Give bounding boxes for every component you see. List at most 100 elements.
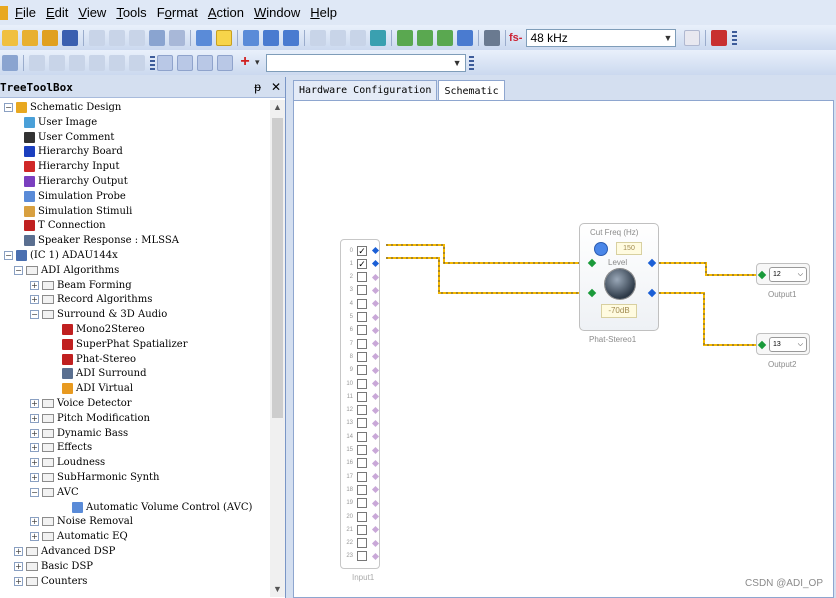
tree-item[interactable]: Speaker Response : MLSSA xyxy=(24,233,179,248)
input-channel-checkbox[interactable] xyxy=(357,471,367,482)
signal-wire[interactable] xyxy=(654,292,760,346)
output1-channel-select[interactable]: 12 ⌵ xyxy=(769,267,807,282)
font-combo[interactable]: ▼ xyxy=(265,53,466,72)
style-d-button[interactable] xyxy=(217,54,233,71)
input-channel-checkbox[interactable] xyxy=(357,431,367,442)
tree-item[interactable]: − (IC 1) ADAU144x xyxy=(4,248,118,263)
tree-item[interactable]: Hierarchy Output xyxy=(24,174,128,189)
tool-d-icon[interactable] xyxy=(457,29,473,46)
input-channel-checkbox[interactable] xyxy=(357,538,367,549)
tree-item[interactable]: Mono2Stereo xyxy=(62,322,145,337)
menu-action[interactable]: Action xyxy=(203,5,249,20)
input-channel-checkbox[interactable] xyxy=(357,365,367,376)
download-icon[interactable] xyxy=(216,29,232,46)
tree-item[interactable]: + Dynamic Bass xyxy=(30,426,128,441)
tree-item[interactable]: + Voice Detector xyxy=(30,396,132,411)
layout-a-icon[interactable] xyxy=(243,29,259,46)
input-channel-checkbox[interactable] xyxy=(357,445,367,455)
input-channel-pin[interactable] xyxy=(371,379,380,388)
chevron-down-icon[interactable]: ▾ xyxy=(255,57,260,68)
tool-wrench-icon[interactable] xyxy=(711,29,728,46)
input-channel-pin[interactable] xyxy=(371,526,380,534)
tree-item[interactable]: + Beam Forming xyxy=(30,278,132,293)
redo-icon[interactable] xyxy=(169,29,185,46)
input-channel-pin[interactable] xyxy=(371,486,380,494)
input-channel-pin[interactable] xyxy=(371,539,380,547)
toolbar-grip[interactable] xyxy=(150,55,155,70)
input-channel-pin[interactable] xyxy=(371,326,380,334)
collapse-icon[interactable]: − xyxy=(14,265,23,275)
save-icon[interactable] xyxy=(62,29,78,46)
tree-item[interactable]: Simulation Probe xyxy=(24,189,126,204)
signal-wire[interactable] xyxy=(386,244,590,264)
input-channel-checkbox[interactable] xyxy=(357,338,367,349)
input-channel-pin[interactable] xyxy=(371,552,380,560)
collapse-icon[interactable]: − xyxy=(4,103,13,112)
input-channel-pin[interactable] xyxy=(371,273,380,281)
tree-item[interactable]: − Surround & 3D Audio xyxy=(30,307,167,322)
tab-hardware-configuration[interactable]: Hardware Configuration xyxy=(293,80,438,100)
tree-item[interactable]: T Connection xyxy=(24,218,106,233)
input-channel-pin[interactable] xyxy=(371,406,380,414)
tree-item[interactable]: + Automatic EQ xyxy=(30,529,128,544)
scroll-down-icon[interactable]: ▼ xyxy=(270,582,285,597)
tool-a-icon[interactable] xyxy=(397,29,413,46)
expand-icon[interactable]: + xyxy=(30,280,39,290)
tree-scrollbar[interactable]: ▲ ▼ xyxy=(270,100,285,597)
input-channel-checkbox[interactable]: ✓ xyxy=(357,258,367,269)
input-channel-checkbox[interactable] xyxy=(357,298,367,309)
input-channel-checkbox[interactable] xyxy=(357,418,367,429)
expand-icon[interactable]: + xyxy=(14,561,23,571)
grid-icon[interactable] xyxy=(2,54,18,71)
input-channel-pin[interactable] xyxy=(371,459,380,467)
input-channel-pin[interactable] xyxy=(371,313,380,321)
tree-item[interactable]: + SubHarmonic Synth xyxy=(30,470,159,485)
input-channel-checkbox[interactable] xyxy=(357,325,367,336)
paste-icon[interactable] xyxy=(129,29,145,46)
input-channel-pin[interactable] xyxy=(371,340,380,348)
toolbar-grip[interactable] xyxy=(468,55,474,70)
tree-item[interactable]: + Loudness xyxy=(30,455,105,470)
input-channel-checkbox[interactable] xyxy=(357,312,367,322)
tree-item[interactable]: Phat-Stereo xyxy=(62,352,136,367)
new-icon[interactable] xyxy=(2,29,18,46)
settings-gear-icon[interactable] xyxy=(684,29,701,46)
cut-icon[interactable] xyxy=(89,29,105,46)
level-knob[interactable] xyxy=(605,269,635,299)
signal-wire[interactable] xyxy=(654,262,760,276)
expand-icon[interactable]: + xyxy=(30,532,39,542)
align-top-icon[interactable] xyxy=(29,54,45,71)
input-channel-checkbox[interactable] xyxy=(357,498,367,509)
align-center-icon[interactable] xyxy=(109,54,125,71)
align-b-icon[interactable] xyxy=(330,29,346,46)
tree-item[interactable]: SuperPhat Spatializer xyxy=(62,337,187,352)
input-channel-pin[interactable] xyxy=(371,499,380,507)
input-channel-pin[interactable] xyxy=(371,473,380,481)
menu-window[interactable]: Window xyxy=(249,5,305,20)
flow-icon[interactable] xyxy=(370,29,386,46)
tree-item[interactable]: − Schematic Design xyxy=(4,100,121,115)
input-channel-pin[interactable] xyxy=(371,433,380,441)
input-channel-checkbox[interactable] xyxy=(357,551,367,562)
tree-item[interactable]: User Comment xyxy=(24,130,114,145)
input-channel-checkbox[interactable] xyxy=(357,391,367,402)
input-channel-checkbox[interactable] xyxy=(357,405,367,416)
tree-item[interactable]: + Effects xyxy=(30,440,92,455)
add-icon[interactable]: + xyxy=(237,53,253,71)
tree-item[interactable]: Simulation Stimuli xyxy=(24,204,132,219)
align-bottom-icon[interactable] xyxy=(69,54,85,71)
menu-help[interactable]: Help xyxy=(305,5,342,20)
scrollbar-thumb[interactable] xyxy=(272,118,283,418)
input-channel-pin[interactable] xyxy=(371,419,380,427)
tree-item[interactable]: ADI Virtual xyxy=(62,381,133,396)
input-channel-pin[interactable] xyxy=(371,300,380,308)
input-channel-pin[interactable] xyxy=(371,246,380,255)
network-icon[interactable] xyxy=(484,29,500,46)
output2-channel-select[interactable]: 13 ⌵ xyxy=(769,337,807,352)
scroll-up-icon[interactable]: ▲ xyxy=(270,100,285,115)
input-channel-pin[interactable] xyxy=(371,353,380,361)
tree-item[interactable]: Hierarchy Input xyxy=(24,159,119,174)
phat-stereo-block[interactable]: Cut Freq (Hz) 150 Level -70dB xyxy=(579,223,659,331)
align-middle-icon[interactable] xyxy=(49,54,65,71)
menu-edit[interactable]: Edit xyxy=(41,5,73,20)
